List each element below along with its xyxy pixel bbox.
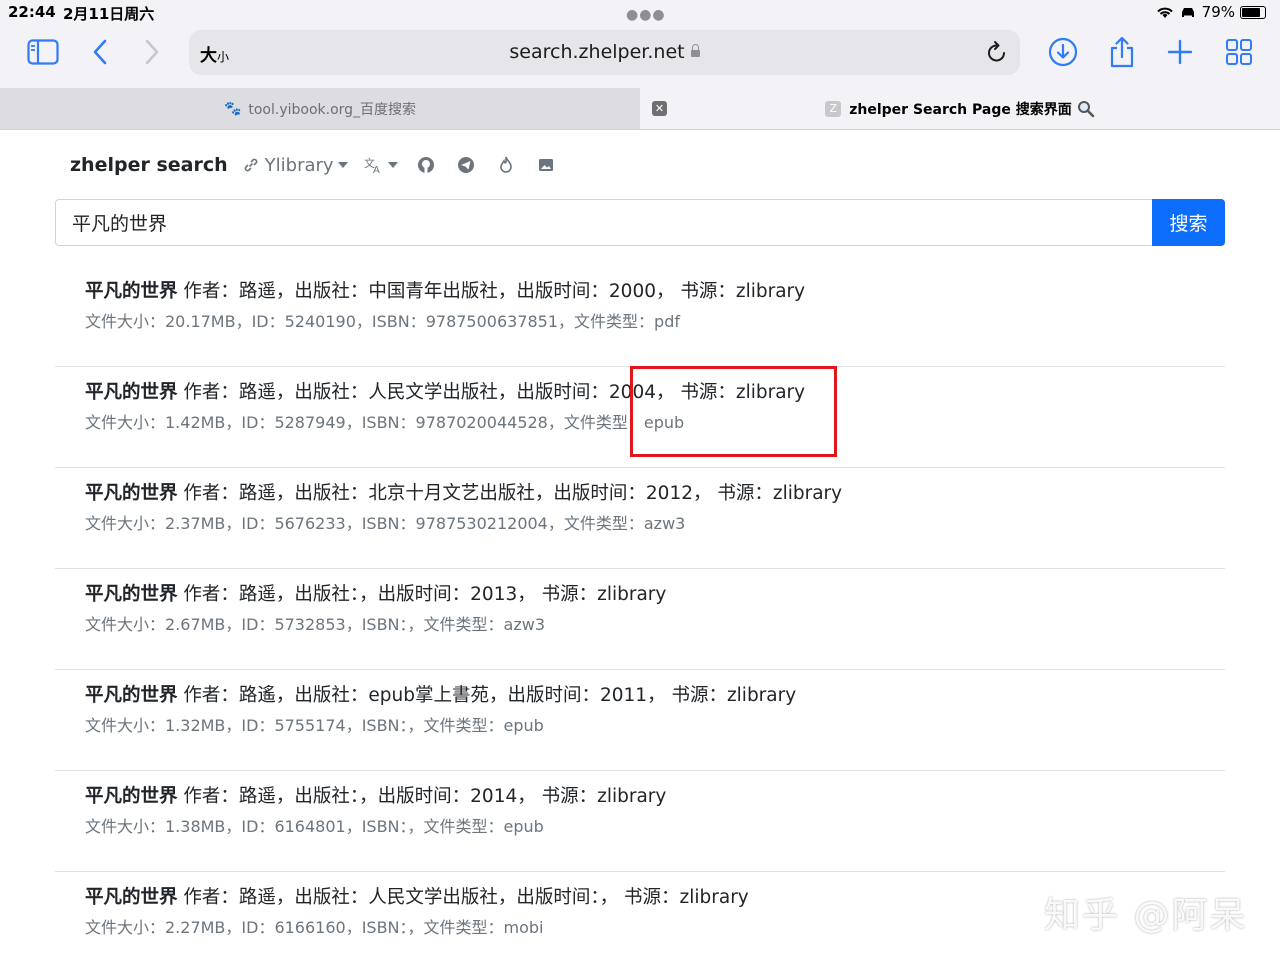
annotation-highlight-box <box>630 366 837 457</box>
site-navbar: zhelper search Ylibrary 文A <box>70 150 574 180</box>
svg-text:A: A <box>373 165 380 174</box>
lock-icon <box>690 44 700 57</box>
zhelper-favicon: Z <box>825 100 842 117</box>
result-item[interactable]: 平凡的世界 作者：路遙，出版社：epub掌上書苑，出版时间：2011， 书源：z… <box>55 670 1225 771</box>
library-dropdown[interactable]: Ylibrary <box>242 155 348 176</box>
image-icon[interactable] <box>534 153 558 177</box>
result-meta: 文件大小：1.32MB，ID：5755174，ISBN：，文件类型：epub <box>85 716 544 735</box>
close-tab-icon[interactable]: ✕ <box>652 101 667 116</box>
result-meta: 文件大小：1.38MB，ID：6164801，ISBN：，文件类型：epub <box>85 817 544 836</box>
battery-icon <box>1240 5 1266 19</box>
download-icon[interactable] <box>1043 32 1083 72</box>
language-dropdown[interactable]: 文A <box>364 156 398 174</box>
tab-zhelper[interactable]: ✕ Z zhelper Search Page 搜索界面 <box>640 88 1280 129</box>
result-title[interactable]: 平凡的世界 <box>85 382 178 403</box>
status-time: 22:44 <box>8 3 56 21</box>
result-info: 作者：路遥，出版社：中国青年出版社，出版时间：2000， 书源：zlibrary <box>177 281 806 302</box>
result-info: 作者：路遙，出版社：epub掌上書苑，出版时间：2011， 书源：zlibrar… <box>177 685 797 706</box>
tab-overview-icon[interactable] <box>1219 32 1259 72</box>
result-info: 作者：路遥，出版社：人民文学出版社，出版时间：， 书源：zlibrary <box>177 887 749 908</box>
forward-chevron-icon[interactable] <box>132 32 172 72</box>
baidu-paw-icon: 🐾 <box>223 100 242 117</box>
chevron-down-icon <box>337 162 348 168</box>
back-chevron-icon[interactable] <box>80 32 120 72</box>
translate-icon: 文A <box>364 156 380 174</box>
status-date: 2月11日周六 <box>63 5 155 23</box>
result-title-line: 平凡的世界 作者：路遥，出版社：，出版时间：2013， 书源：zlibrary <box>85 582 1225 608</box>
url-text[interactable]: search.zhelper.net <box>189 41 1020 63</box>
result-title[interactable]: 平凡的世界 <box>85 281 178 302</box>
result-title-line: 平凡的世界 作者：路遥，出版社：中国青年出版社，出版时间：2000， 书源：zl… <box>85 279 1225 305</box>
result-title[interactable]: 平凡的世界 <box>85 685 178 706</box>
result-meta: 文件大小：20.17MB，ID：5240190，ISBN：97875006378… <box>85 312 680 331</box>
battery-percent: 79% <box>1201 3 1235 21</box>
chevron-down-icon <box>387 162 398 168</box>
result-item[interactable]: 平凡的世界 作者：路遥，出版社：北京十月文艺出版社，出版时间：2012， 书源：… <box>55 468 1225 569</box>
link-icon <box>244 158 258 172</box>
car-icon <box>1181 7 1194 17</box>
result-item[interactable]: 平凡的世界 作者：路遥，出版社：中国青年出版社，出版时间：2000， 书源：zl… <box>55 266 1225 367</box>
result-title[interactable]: 平凡的世界 <box>85 584 178 605</box>
github-icon[interactable] <box>414 153 438 177</box>
result-meta: 文件大小：2.37MB，ID：5676233，ISBN：978753021200… <box>85 514 686 533</box>
search-button[interactable]: 搜索 <box>1152 199 1225 246</box>
result-meta: 文件大小：2.67MB，ID：5732853，ISBN：，文件类型：azw3 <box>85 615 545 634</box>
search-form: 搜索 <box>55 199 1225 246</box>
wifi-icon <box>1156 7 1173 18</box>
library-label: Ylibrary <box>264 154 334 176</box>
result-title-line: 平凡的世界 作者：路遥，出版社：北京十月文艺出版社，出版时间：2012， 书源：… <box>85 481 1225 507</box>
address-bar[interactable]: 大小 search.zhelper.net <box>189 30 1020 75</box>
telegram-icon[interactable] <box>454 153 478 177</box>
result-info: 作者：路遥，出版社：，出版时间：2013， 书源：zlibrary <box>177 584 667 605</box>
share-icon[interactable] <box>1102 32 1142 72</box>
status-indicators: 79% <box>1156 3 1266 21</box>
result-title[interactable]: 平凡的世界 <box>85 887 178 908</box>
result-item[interactable]: 平凡的世界 作者：路遥，出版社：，出版时间：2014， 书源：zlibrary … <box>55 771 1225 872</box>
result-title[interactable]: 平凡的世界 <box>85 483 178 504</box>
fire-icon[interactable] <box>494 153 518 177</box>
result-title[interactable]: 平凡的世界 <box>85 786 178 807</box>
magnifier-icon <box>1077 100 1094 117</box>
search-input[interactable] <box>55 199 1152 246</box>
result-title-line: 平凡的世界 作者：路遙，出版社：epub掌上書苑，出版时间：2011， 书源：z… <box>85 683 1225 709</box>
tab-bar: 🐾 tool.yibook.org_百度搜索 ✕ Z zhelper Searc… <box>0 88 1280 130</box>
result-info: 作者：路遥，出版社：，出版时间：2014， 书源：zlibrary <box>177 786 667 807</box>
tab-label: zhelper Search Page 搜索界面 <box>849 101 1072 118</box>
tab-baidu[interactable]: 🐾 tool.yibook.org_百度搜索 <box>0 88 640 129</box>
brand-title[interactable]: zhelper search <box>70 154 228 176</box>
tab-label: tool.yibook.org_百度搜索 <box>248 101 417 118</box>
multitasking-dots-icon[interactable]: ●●● <box>626 7 666 23</box>
reload-icon[interactable] <box>986 40 1008 64</box>
result-title-line: 平凡的世界 作者：路遥，出版社：，出版时间：2014， 书源：zlibrary <box>85 784 1225 810</box>
result-info: 作者：路遥，出版社：北京十月文艺出版社，出版时间：2012， 书源：zlibra… <box>177 483 843 504</box>
result-item[interactable]: 平凡的世界 作者：路遥，出版社：，出版时间：2013， 书源：zlibrary … <box>55 569 1225 670</box>
new-tab-plus-icon[interactable] <box>1160 32 1200 72</box>
browser-chrome: 22:44 2月11日周六 ●●● 79% 大小 search.zhelper.… <box>0 0 1280 88</box>
sidebar-icon[interactable] <box>23 32 63 72</box>
watermark: 知乎 @阿呆 <box>1044 895 1248 936</box>
